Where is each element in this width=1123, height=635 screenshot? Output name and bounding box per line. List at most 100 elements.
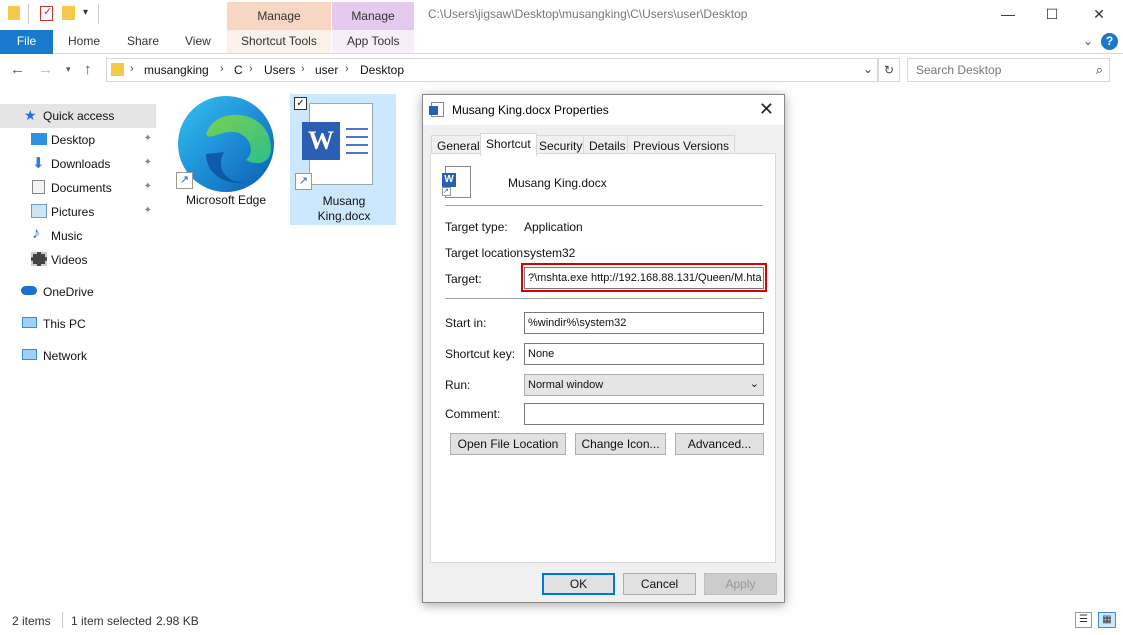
customize-toolbar-icon[interactable]: ▾ <box>83 7 88 18</box>
back-arrow-icon[interactable]: ← <box>10 61 25 78</box>
breadcrumb-separator[interactable]: › <box>301 63 305 75</box>
tab-general[interactable]: General <box>431 135 486 155</box>
recent-locations-icon[interactable]: ▾ <box>66 64 71 75</box>
file-label: King.docx <box>317 209 371 223</box>
sidebar-item-desktop[interactable]: Desktop ✦ <box>0 128 156 152</box>
address-row: ← → ▾ ↑ › musangking › C › Users › user … <box>0 55 1123 85</box>
sidebar-item-label: Documents <box>51 181 112 195</box>
sidebar-item-network[interactable]: Network <box>0 344 156 368</box>
sidebar-item-pictures[interactable]: Pictures ✦ <box>0 200 156 224</box>
search-input[interactable]: Search Desktop ⌕ <box>907 58 1110 82</box>
run-select-value: Normal window <box>528 379 604 391</box>
apply-button[interactable]: Apply <box>704 573 777 595</box>
cloud-icon <box>21 286 37 295</box>
word-logo-icon: W <box>302 122 340 160</box>
breadcrumb-desktop[interactable]: Desktop <box>360 63 404 77</box>
tab-shortcut[interactable]: Shortcut <box>480 133 537 156</box>
folder-icon[interactable] <box>8 6 20 20</box>
selection-checkbox[interactable]: ✓ <box>294 97 307 110</box>
advanced-button[interactable]: Advanced... <box>675 433 764 455</box>
breadcrumb-separator[interactable]: › <box>345 63 349 75</box>
comment-label: Comment: <box>445 407 501 421</box>
divider <box>445 298 763 299</box>
file-item-musang-king-docx[interactable]: ✓ W ↗ Musang King.docx <box>290 94 396 225</box>
up-arrow-icon[interactable]: ↑ <box>84 61 92 78</box>
large-icons-view-icon[interactable]: ▦ <box>1098 612 1116 628</box>
open-file-location-button[interactable]: Open File Location <box>450 433 566 455</box>
breadcrumb-separator[interactable]: › <box>220 63 224 75</box>
breadcrumb-c[interactable]: C <box>234 63 243 77</box>
new-folder-icon[interactable] <box>62 6 75 20</box>
sidebar-item-this-pc[interactable]: This PC <box>0 312 156 336</box>
pin-icon: ✦ <box>143 157 152 168</box>
selection-status: 1 item selected <box>71 614 152 628</box>
minimize-button[interactable]: — <box>985 0 1031 30</box>
address-bar[interactable]: › musangking › C › Users › user › Deskto… <box>106 58 878 82</box>
tab-home[interactable]: Home <box>68 30 100 54</box>
tab-view[interactable]: View <box>185 30 211 54</box>
target-type-value: Application <box>524 220 583 234</box>
refresh-button[interactable]: ↻ <box>878 58 900 82</box>
sidebar-item-videos[interactable]: Videos <box>0 248 156 272</box>
dialog-close-icon[interactable]: ✕ <box>759 99 774 120</box>
breadcrumb-users[interactable]: Users <box>264 63 295 77</box>
shortcut-key-field[interactable]: None <box>524 343 764 365</box>
highlight-annotation <box>521 263 767 292</box>
document-icon <box>429 102 444 117</box>
address-dropdown-icon[interactable]: ⌄ <box>863 62 873 76</box>
tab-shortcut-tools[interactable]: Shortcut Tools <box>241 30 317 54</box>
tab-app-tools[interactable]: App Tools <box>347 30 399 54</box>
shortcut-file-icon: W ↗ <box>442 166 471 198</box>
separator <box>28 4 29 24</box>
help-icon[interactable]: ? <box>1101 33 1118 50</box>
sidebar-item-label: Music <box>51 229 83 243</box>
shortcut-panel: W ↗ Musang King.docx Target type: Applic… <box>430 153 776 563</box>
tab-security[interactable]: Security <box>533 135 589 155</box>
breadcrumb-musangking[interactable]: musangking <box>144 63 209 77</box>
sidebar-item-documents[interactable]: Documents ✦ <box>0 176 156 200</box>
run-select[interactable]: Normal window ⌄ <box>524 374 764 396</box>
dialog-title: Musang King.docx Properties <box>452 103 609 117</box>
breadcrumb-separator[interactable]: › <box>249 63 253 75</box>
shortcut-file-name: Musang King.docx <box>508 176 607 190</box>
shortcut-key-label: Shortcut key: <box>445 347 516 361</box>
sidebar-item-downloads[interactable]: ⬇ Downloads ✦ <box>0 152 156 176</box>
maximize-button[interactable]: ☐ <box>1029 0 1075 30</box>
breadcrumb-separator[interactable]: › <box>130 63 134 75</box>
download-icon: ⬇ <box>32 155 45 172</box>
file-item-microsoft-edge[interactable]: ↗ Microsoft Edge <box>170 94 282 212</box>
comment-field[interactable] <box>524 403 764 425</box>
sidebar-item-quick-access[interactable]: ★ Quick access <box>0 104 156 128</box>
start-in-field[interactable]: %windir%\system32 <box>524 312 764 334</box>
change-icon-button[interactable]: Change Icon... <box>575 433 666 455</box>
breadcrumb-user[interactable]: user <box>315 63 338 77</box>
properties-icon[interactable]: ✓ <box>40 6 53 21</box>
chevron-down-icon: ⌄ <box>749 378 759 390</box>
close-button[interactable]: ✕ <box>1076 0 1122 30</box>
tab-details[interactable]: Details <box>583 135 632 155</box>
ribbon-tabs: File Home Share View Shortcut Tools App … <box>0 30 1123 54</box>
cancel-button[interactable]: Cancel <box>623 573 696 595</box>
window-titlebar: ✓ ▾ Manage Manage C:\Users\jigsaw\Deskto… <box>0 0 1123 30</box>
ok-button[interactable]: OK <box>542 573 615 595</box>
tab-previous-versions[interactable]: Previous Versions <box>627 135 736 155</box>
items-count: 2 items <box>12 614 51 628</box>
pin-icon: ✦ <box>143 181 152 192</box>
separator <box>98 4 99 24</box>
sidebar-item-music[interactable]: ♪ Music <box>0 224 156 248</box>
ribbon-expand-icon[interactable]: ⌄ <box>1083 34 1093 48</box>
file-label: Musang <box>322 194 366 208</box>
file-label: Microsoft Edge <box>185 193 267 207</box>
details-view-icon[interactable]: ☰ <box>1075 612 1092 628</box>
manage-app-context[interactable]: Manage <box>332 2 414 30</box>
target-label: Target: <box>445 272 482 286</box>
forward-arrow-icon[interactable]: → <box>38 61 53 78</box>
properties-dialog: Musang King.docx Properties ✕ General Sh… <box>422 94 785 603</box>
target-location-value: system32 <box>524 246 576 260</box>
sidebar-item-onedrive[interactable]: OneDrive <box>0 280 156 304</box>
selection-size: 2.98 KB <box>156 614 199 628</box>
sidebar-item-label: Desktop <box>51 133 96 147</box>
tab-file[interactable]: File <box>0 30 53 54</box>
tab-share[interactable]: Share <box>127 30 159 54</box>
manage-shortcut-context[interactable]: Manage <box>227 2 331 30</box>
